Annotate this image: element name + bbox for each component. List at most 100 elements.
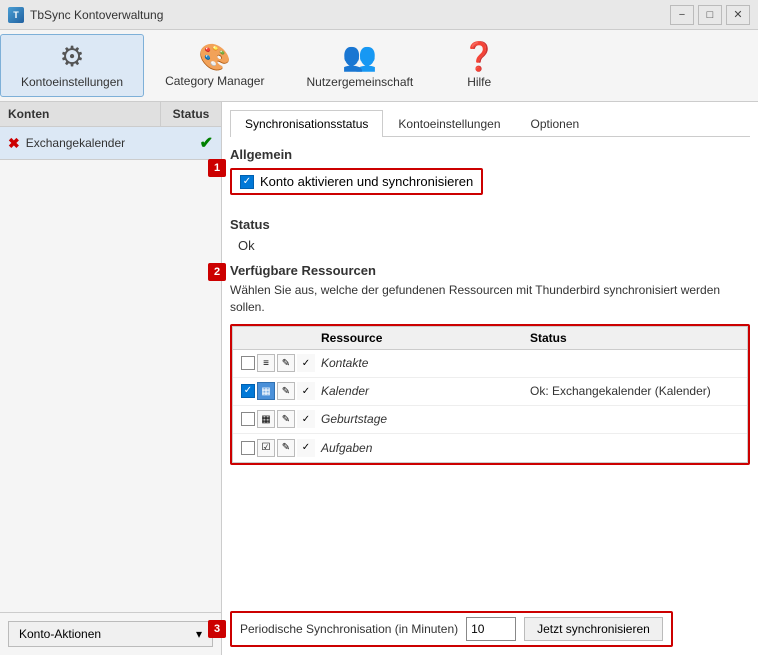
sync-now-button[interactable]: Jetzt synchronisieren [524, 617, 663, 641]
toolbar-hilfe-label: Hilfe [467, 75, 491, 89]
toolbar-community-label: Nutzergemeinschaft [306, 75, 413, 89]
resource-row-kalender: ▦ ✎ ✓ Kalender Ok: Exchangekalender (Kal… [233, 378, 747, 406]
periodic-sync-highlight: Periodische Synchronisation (in Minuten)… [230, 611, 673, 647]
kontakte-list-icon[interactable]: ≡ [257, 354, 275, 372]
status-title: Status [230, 217, 750, 232]
status-section: Status Ok [230, 217, 750, 253]
activate-account-highlight: Konto aktivieren und synchronisieren [230, 168, 483, 195]
aufgaben-edit-icon[interactable]: ✎ [277, 439, 295, 457]
app-icon: T [8, 7, 24, 23]
toolbar-kontoeinstellungen-label: Kontoeinstellungen [21, 75, 123, 89]
allgemein-title: Allgemein [230, 147, 750, 162]
status-col-header: Status [161, 102, 221, 126]
toolbar-category-label: Category Manager [165, 74, 264, 88]
help-icon: ❓ [462, 43, 497, 71]
geburtstage-edit-icon[interactable]: ✎ [277, 410, 295, 428]
geburtstage-check-icon[interactable]: ✓ [297, 410, 315, 428]
account-status-ok-icon: ✔ [200, 133, 213, 153]
resource-row-geburtstage: ▦ ✎ ✓ Geburtstage [233, 406, 747, 434]
maximize-button[interactable]: □ [698, 5, 722, 25]
close-button[interactable]: ✕ [726, 5, 750, 25]
account-list: ✖ Exchangekalender ✔ [0, 127, 221, 612]
right-panel: Synchronisationsstatus Kontoeinstellunge… [222, 102, 758, 655]
edit-icon: ✎ [282, 358, 290, 369]
left-panel: Konten Status ✖ Exchangekalender ✔ Konto… [0, 102, 222, 655]
list-icon: ≡ [263, 358, 269, 369]
resource-table: Ressource Status ≡ ✎ [232, 326, 748, 463]
kalender-cal-icon[interactable]: ▦ [257, 382, 275, 400]
tab-kontoeinstellungen[interactable]: Kontoeinstellungen [383, 110, 515, 137]
resource-actions-kalender: ▦ ✎ ✓ [241, 382, 321, 400]
step2-marker: 2 [208, 263, 226, 281]
title-bar-controls: − □ ✕ [670, 5, 750, 25]
toolbar-hilfe[interactable]: ❓ Hilfe [434, 34, 524, 97]
kalender-status: Ok: Exchangekalender (Kalender) [530, 384, 739, 398]
community-icon: 👥 [342, 43, 377, 71]
aufgaben-task-icon[interactable]: ☑ [257, 439, 275, 457]
kalender-check-icon[interactable]: ✓ [297, 382, 315, 400]
minimize-button[interactable]: − [670, 5, 694, 25]
kontakte-check-icon[interactable]: ✓ [297, 354, 315, 372]
resource-table-header: Ressource Status [233, 327, 747, 350]
tab-synchronisationsstatus[interactable]: Synchronisationsstatus [230, 110, 383, 137]
kalender-edit-icon[interactable]: ✎ [277, 382, 295, 400]
toolbar: ⚙ Kontoeinstellungen 🎨 Category Manager … [0, 30, 758, 102]
resource-col-actions-header [241, 331, 321, 345]
window-title: TbSync Kontoverwaltung [30, 8, 163, 22]
tasks-icon: ☑ [262, 442, 271, 453]
account-item-exchangekalender[interactable]: ✖ Exchangekalender ✔ [0, 127, 221, 160]
toolbar-kontoeinstellungen[interactable]: ⚙ Kontoeinstellungen [0, 34, 144, 97]
kalender-name: Kalender [321, 384, 530, 398]
konto-aktionen-label: Konto-Aktionen [19, 627, 101, 641]
activate-account-checkbox[interactable] [240, 175, 254, 189]
category-icon: 🎨 [199, 44, 231, 70]
aufgaben-check-icon[interactable]: ✓ [297, 439, 315, 457]
geburtstage-checkbox[interactable] [241, 412, 255, 426]
activate-account-label: Konto aktivieren und synchronisieren [260, 174, 473, 189]
aufgaben-name: Aufgaben [321, 441, 530, 455]
kalender-checkbox[interactable] [241, 384, 255, 398]
kontakte-checkbox[interactable] [241, 356, 255, 370]
left-panel-footer: Konto-Aktionen ▾ [0, 612, 221, 655]
toolbar-category-manager[interactable]: 🎨 Category Manager [144, 34, 285, 97]
tab-optionen[interactable]: Optionen [516, 110, 595, 137]
edit-icon: ✎ [282, 414, 290, 425]
resource-actions-aufgaben: ☑ ✎ ✓ [241, 439, 321, 457]
resource-row-kontakte: ≡ ✎ ✓ Kontakte [233, 350, 747, 378]
kontakte-name: Kontakte [321, 356, 530, 370]
periodic-sync-input[interactable] [466, 617, 516, 641]
step3-marker: 3 [208, 620, 226, 638]
konto-aktionen-button[interactable]: Konto-Aktionen ▾ [8, 621, 213, 647]
calendar2-icon: ▦ [261, 414, 270, 425]
account-name: Exchangekalender [26, 136, 194, 150]
toolbar-community[interactable]: 👥 Nutzergemeinschaft [285, 34, 434, 97]
geburtstage-name: Geburtstage [321, 412, 530, 426]
gear-icon: ⚙ [59, 43, 84, 71]
geburtstage-cal-icon[interactable]: ▦ [257, 410, 275, 428]
resources-description: Wählen Sie aus, welche der gefundenen Re… [230, 282, 750, 316]
accounts-header: Konten Status [0, 102, 221, 127]
resource-col-status-header: Status [530, 331, 739, 345]
edit-icon: ✎ [282, 386, 290, 397]
account-error-icon: ✖ [8, 135, 20, 152]
tabs: Synchronisationsstatus Kontoeinstellunge… [230, 110, 750, 137]
resource-actions-geburtstage: ▦ ✎ ✓ [241, 410, 321, 428]
resources-section: 2 Verfügbare Ressourcen Wählen Sie aus, … [230, 263, 750, 601]
calendar-icon: ▦ [261, 386, 270, 397]
status-value: Ok [230, 238, 750, 253]
kontakte-edit-icon[interactable]: ✎ [277, 354, 295, 372]
title-bar: T TbSync Kontoverwaltung − □ ✕ [0, 0, 758, 30]
step1-marker: 1 [208, 159, 226, 177]
periodic-sync-label: Periodische Synchronisation (in Minuten) [240, 622, 458, 636]
title-bar-left: T TbSync Kontoverwaltung [8, 7, 163, 23]
resource-actions-kontakte: ≡ ✎ ✓ [241, 354, 321, 372]
resource-row-aufgaben: ☑ ✎ ✓ Aufgaben [233, 434, 747, 462]
resources-table-highlight: Ressource Status ≡ ✎ [230, 324, 750, 465]
aufgaben-checkbox[interactable] [241, 441, 255, 455]
bottom-bar: 3 Periodische Synchronisation (in Minute… [230, 611, 750, 647]
accounts-col-header: Konten [0, 102, 161, 126]
allgemein-section: 1 Allgemein Konto aktivieren und synchro… [230, 147, 750, 199]
resource-col-name-header: Ressource [321, 331, 530, 345]
edit-icon: ✎ [282, 442, 290, 453]
main-layout: Konten Status ✖ Exchangekalender ✔ Konto… [0, 102, 758, 655]
